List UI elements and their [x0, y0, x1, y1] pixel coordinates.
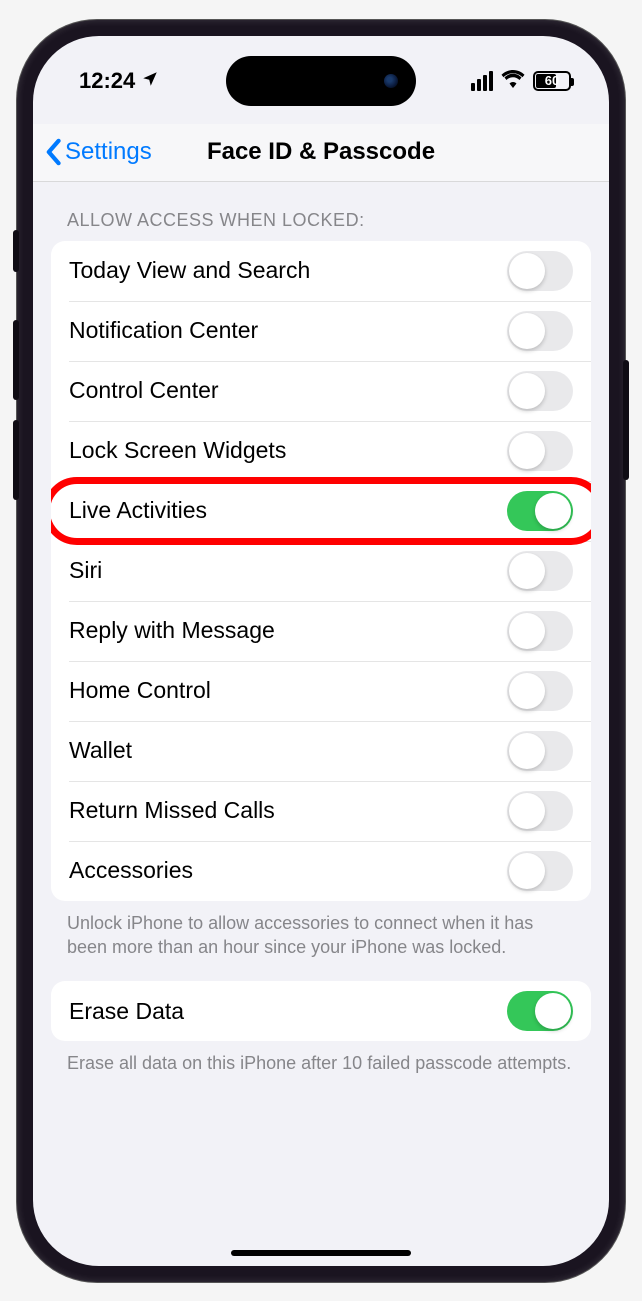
toggle-knob	[509, 853, 545, 889]
row-label: Siri	[69, 557, 102, 584]
cellular-icon	[471, 71, 493, 91]
toggle-siri[interactable]	[507, 551, 573, 591]
nav-header: Settings Face ID & Passcode	[33, 124, 609, 182]
toggle-today-view[interactable]	[507, 251, 573, 291]
toggle-knob	[509, 733, 545, 769]
footer-accessories: Unlock iPhone to allow accessories to co…	[51, 901, 591, 982]
toggle-control-center[interactable]	[507, 371, 573, 411]
toggle-reply-message[interactable]	[507, 611, 573, 651]
settings-row: Wallet	[51, 721, 591, 781]
settings-group-allow-access: Today View and Search Notification Center…	[51, 241, 591, 901]
settings-row: Lock Screen Widgets	[51, 421, 591, 481]
toggle-knob	[535, 493, 571, 529]
row-label: Control Center	[69, 377, 219, 404]
toggle-lock-screen-widgets[interactable]	[507, 431, 573, 471]
home-indicator	[231, 1250, 411, 1256]
toggle-wallet[interactable]	[507, 731, 573, 771]
toggle-knob	[509, 553, 545, 589]
battery-level: 60	[545, 73, 559, 88]
toggle-notification-center[interactable]	[507, 311, 573, 351]
settings-row: Reply with Message	[51, 601, 591, 661]
row-label: Lock Screen Widgets	[69, 437, 286, 464]
back-button[interactable]: Settings	[33, 138, 152, 166]
toggle-knob	[509, 793, 545, 829]
settings-row: Siri	[51, 541, 591, 601]
status-time: 12:24	[79, 68, 135, 94]
toggle-knob	[509, 673, 545, 709]
wifi-icon	[501, 68, 525, 94]
row-label: Reply with Message	[69, 617, 275, 644]
row-label: Return Missed Calls	[69, 797, 275, 824]
settings-group-erase: Erase Data	[51, 981, 591, 1041]
phone-frame: 12:24 60	[17, 20, 625, 1282]
toggle-knob	[535, 993, 571, 1029]
toggle-home-control[interactable]	[507, 671, 573, 711]
settings-row: Control Center	[51, 361, 591, 421]
dynamic-island	[226, 56, 416, 106]
side-button-power	[623, 360, 629, 480]
chevron-left-icon	[43, 138, 63, 166]
side-button-vol-up	[13, 320, 19, 400]
row-label: Notification Center	[69, 317, 258, 344]
front-camera	[384, 74, 398, 88]
toggle-knob	[509, 313, 545, 349]
settings-row: Live Activities	[51, 481, 591, 541]
footer-erase: Erase all data on this iPhone after 10 f…	[51, 1041, 591, 1097]
back-label: Settings	[65, 138, 152, 166]
row-label: Home Control	[69, 677, 211, 704]
battery-icon: 60	[533, 71, 571, 91]
side-button-silent	[13, 230, 19, 272]
settings-row: Return Missed Calls	[51, 781, 591, 841]
toggle-knob	[509, 433, 545, 469]
row-label: Wallet	[69, 737, 132, 764]
toggle-knob	[509, 373, 545, 409]
toggle-live-activities[interactable]	[507, 491, 573, 531]
settings-row: Notification Center	[51, 301, 591, 361]
row-label: Erase Data	[69, 998, 184, 1025]
location-icon	[141, 68, 159, 94]
toggle-return-missed-calls[interactable]	[507, 791, 573, 831]
row-label: Accessories	[69, 857, 193, 884]
screen: 12:24 60	[33, 36, 609, 1266]
side-button-vol-down	[13, 420, 19, 500]
settings-row: Today View and Search	[51, 241, 591, 301]
settings-row: Erase Data	[51, 981, 591, 1041]
toggle-knob	[509, 253, 545, 289]
toggle-knob	[509, 613, 545, 649]
toggle-erase-data[interactable]	[507, 991, 573, 1031]
section-header-allow-access: ALLOW ACCESS WHEN LOCKED:	[51, 182, 591, 241]
row-label: Live Activities	[69, 497, 207, 524]
settings-row: Home Control	[51, 661, 591, 721]
settings-row: Accessories	[51, 841, 591, 901]
toggle-accessories[interactable]	[507, 851, 573, 891]
row-label: Today View and Search	[69, 257, 310, 284]
